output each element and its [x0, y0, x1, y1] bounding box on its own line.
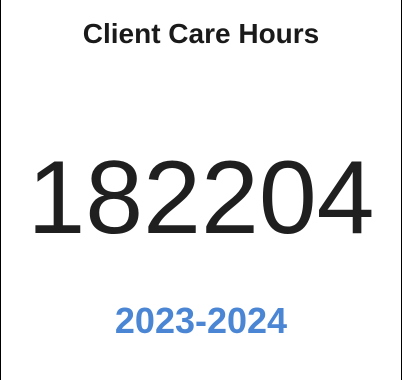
period-label: 2023-2024: [114, 300, 288, 341]
card-title: Client Care Hours: [82, 18, 320, 49]
metric-value: 182204: [27, 140, 375, 256]
kpi-card: Client Care Hours 182204 2023-2024: [0, 0, 402, 380]
